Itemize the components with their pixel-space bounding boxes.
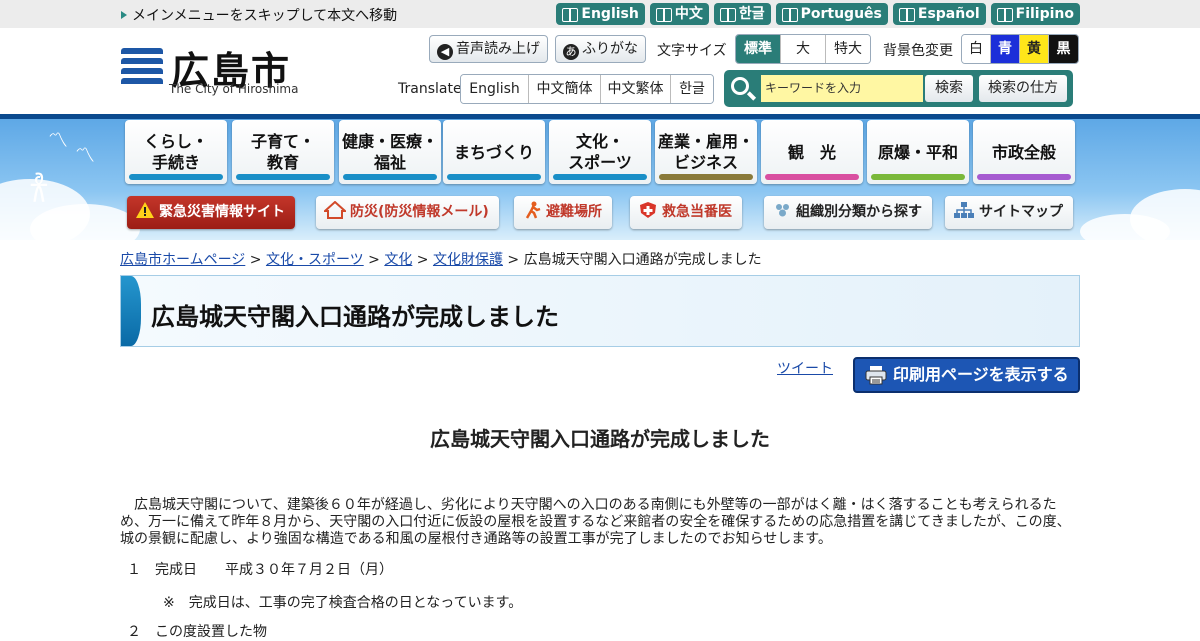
page-title-box: 広島城天守閣入口通路が完成しました <box>120 275 1080 347</box>
book-icon <box>996 8 1013 22</box>
font-size-standard[interactable]: 標準 <box>736 35 781 63</box>
printer-icon <box>865 366 887 385</box>
translate-label: Translate <box>398 81 462 97</box>
book-icon <box>719 8 736 22</box>
lang-portuguese[interactable]: Português <box>775 3 888 25</box>
tweet-link[interactable]: ツイート <box>777 358 833 378</box>
bird-icon: 〽 <box>75 143 95 167</box>
bg-black[interactable]: 黒 <box>1049 35 1078 63</box>
book-icon <box>655 8 672 22</box>
language-links: English 中文 한글 Português Español Filipino <box>556 3 1080 25</box>
breadcrumb-current: 広島城天守閣入口通路が完成しました <box>523 252 762 268</box>
lang-filipino[interactable]: Filipino <box>990 3 1080 25</box>
lang-korean[interactable]: 한글 <box>713 3 771 25</box>
nav-color-bar <box>236 174 330 180</box>
nav-childcare[interactable]: 子育て・ 教育 <box>232 120 334 184</box>
translate-traditional[interactable]: 中文繁体 <box>601 75 671 103</box>
furigana-button[interactable]: あふりがな <box>555 35 646 63</box>
read-aloud-button[interactable]: ◀ 音声読み上げ <box>429 35 548 63</box>
translate-korean[interactable]: 한글 <box>671 75 713 103</box>
book-icon <box>562 8 579 22</box>
bg-color-selector: 白 青 黄 黒 <box>961 34 1079 64</box>
search-box: キーワードを入力 検索 検索の仕方 <box>724 70 1073 107</box>
org-search-link[interactable]: 組織別分類から探す <box>764 196 932 229</box>
font-size-large[interactable]: 大 <box>781 35 826 63</box>
furigana-icon: あ <box>563 44 579 60</box>
book-icon <box>898 8 915 22</box>
nav-culture[interactable]: 文化・ スポーツ <box>549 120 651 184</box>
lang-english[interactable]: English <box>556 3 645 25</box>
skip-link[interactable]: メインメニューをスキップして本文へ移動 <box>121 5 397 25</box>
nav-town[interactable]: まちづくり <box>443 120 545 184</box>
breadcrumb: 広島市ホームページ > 文化・スポーツ > 文化 > 文化財保護 > 広島城天守… <box>120 252 762 268</box>
bird-icon: 𐀪 <box>28 170 50 211</box>
article-paragraph: 広島城天守閣について、建築後６０年が経過し、劣化により天守閣への入口のある南側に… <box>120 497 1071 547</box>
title-accent <box>121 276 141 346</box>
sitemap-link[interactable]: サイトマップ <box>945 196 1073 229</box>
page-title: 広島城天守閣入口通路が完成しました <box>151 303 559 331</box>
emergency-disaster-link[interactable]: 緊急災害情報サイト <box>127 196 295 229</box>
print-page-button[interactable]: 印刷用ページを表示する <box>853 357 1080 393</box>
breadcrumb-culture-sports[interactable]: 文化・スポーツ <box>266 252 364 268</box>
house-icon <box>324 201 346 219</box>
font-size-selector: 標準 大 特大 <box>735 34 871 64</box>
nav-color-bar <box>553 174 647 180</box>
search-howto-button[interactable]: 検索の仕方 <box>979 75 1067 102</box>
bg-blue[interactable]: 青 <box>991 35 1020 63</box>
evacuation-link[interactable]: 避難場所 <box>514 196 612 229</box>
nav-color-bar <box>977 174 1071 180</box>
completion-date: １ 完成日 平成３０年７月２日（月） <box>127 562 393 578</box>
translate-english[interactable]: English <box>461 75 529 103</box>
bg-white[interactable]: 白 <box>962 35 991 63</box>
book-icon <box>781 8 798 22</box>
breadcrumb-culture[interactable]: 文化 <box>384 252 412 268</box>
nav-tourism[interactable]: 観 光 <box>761 120 863 184</box>
speaker-icon: ◀ <box>437 44 453 60</box>
font-size-xlarge[interactable]: 特大 <box>826 35 870 63</box>
search-icon <box>731 77 749 95</box>
translate-selector: English 中文簡体 中文繁体 한글 <box>460 74 714 104</box>
breadcrumb-heritage[interactable]: 文化財保護 <box>433 252 503 268</box>
people-icon <box>776 204 789 217</box>
nav-color-bar <box>765 174 859 180</box>
logo-mark-icon <box>121 48 163 84</box>
nav-color-bar <box>343 174 437 180</box>
bg-color-label: 背景色変更 <box>883 43 953 59</box>
breadcrumb-home[interactable]: 広島市ホームページ <box>120 252 245 268</box>
lang-spanish[interactable]: Español <box>892 3 986 25</box>
article-heading: 広島城天守閣入口通路が完成しました <box>430 427 770 451</box>
nav-industry[interactable]: 産業・雇用・ ビジネス <box>655 120 757 184</box>
lang-chinese[interactable]: 中文 <box>649 3 709 25</box>
nav-color-bar <box>447 174 541 180</box>
search-input[interactable]: キーワードを入力 <box>761 75 923 102</box>
font-size-label: 文字サイズ <box>657 43 727 59</box>
nav-peace[interactable]: 原爆・平和 <box>867 120 969 184</box>
nav-color-bar <box>129 174 223 180</box>
medical-shield-icon <box>640 202 656 218</box>
arrow-icon <box>121 11 127 19</box>
completion-note: ※ 完成日は、工事の完了検査合格の日となっています。 <box>163 595 523 611</box>
logo-subtitle: The City of Hiroshima <box>169 82 299 96</box>
bg-yellow[interactable]: 黄 <box>1020 35 1049 63</box>
search-button[interactable]: 検索 <box>925 75 973 102</box>
nav-city-gov[interactable]: 市政全般 <box>973 120 1075 184</box>
emergency-doctor-link[interactable]: 救急当番医 <box>630 196 742 229</box>
nav-health[interactable]: 健康・医療・ 福祉 <box>339 120 441 184</box>
nav-color-bar <box>871 174 965 180</box>
installed-items-heading: ２ この度設置した物 <box>127 624 267 640</box>
translate-simplified[interactable]: 中文簡体 <box>529 75 601 103</box>
warning-icon <box>136 202 154 218</box>
nav-color-bar <box>659 174 753 180</box>
disaster-mail-link[interactable]: 防災(防災情報メール) <box>316 196 499 229</box>
sitemap-icon <box>954 202 974 218</box>
bird-icon: 〽 <box>48 128 68 152</box>
running-person-icon <box>525 201 541 219</box>
nav-living[interactable]: くらし・ 手続き <box>125 120 227 184</box>
